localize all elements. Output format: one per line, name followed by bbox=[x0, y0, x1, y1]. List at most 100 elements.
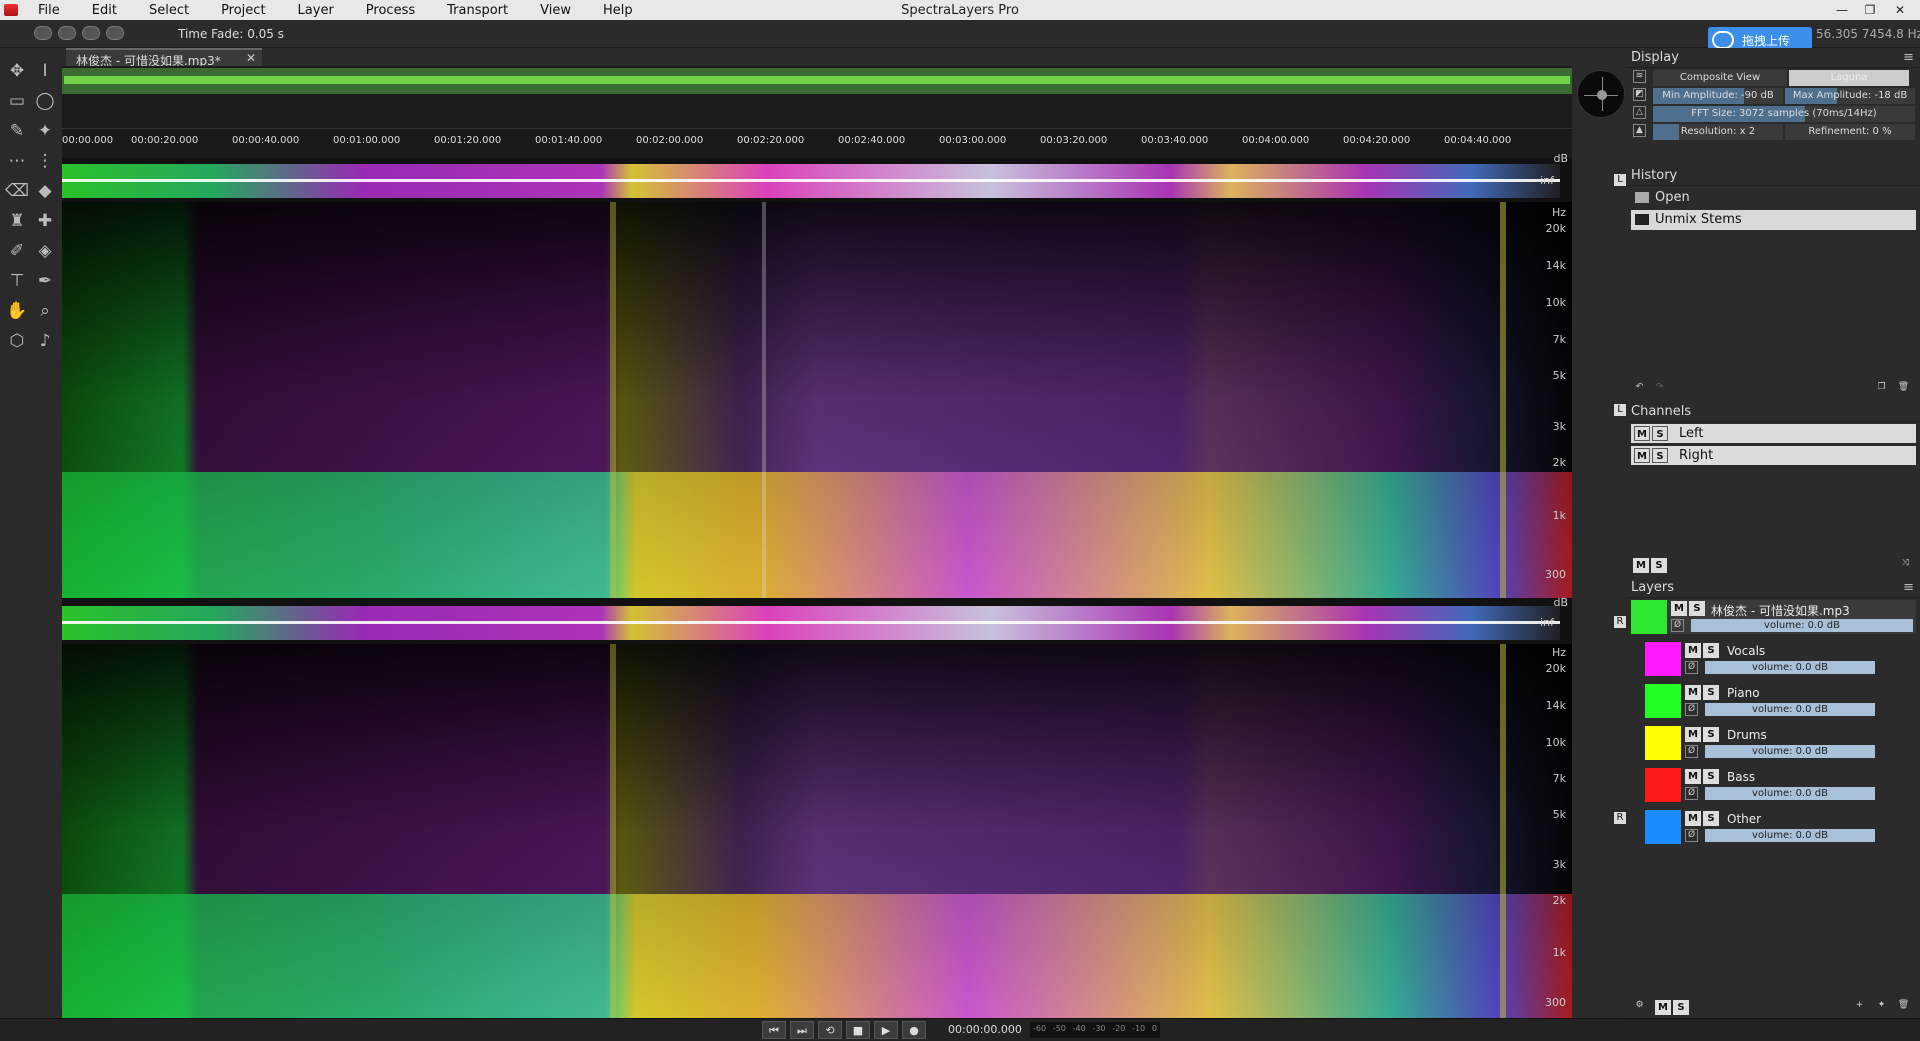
resolution-icon[interactable]: ▲ bbox=[1633, 124, 1646, 137]
layer-settings-icon[interactable]: ⚙ bbox=[1633, 1000, 1646, 1013]
layer-volume-slider[interactable]: volume: 0.0 dB bbox=[1705, 787, 1875, 800]
time-fade-field[interactable]: Time Fade: 0.05 s bbox=[178, 27, 284, 41]
layers-mute-all-button[interactable]: M bbox=[1655, 1000, 1671, 1015]
channel-row-left[interactable]: M S Left bbox=[1631, 424, 1916, 443]
document-tab[interactable]: 林俊杰 - 可惜没如果.mp3* ✕ bbox=[66, 48, 262, 68]
resolution-slider[interactable]: Resolution: x 2 bbox=[1653, 124, 1783, 140]
phase-icon[interactable]: Ø bbox=[1685, 703, 1698, 716]
menu-help[interactable]: Help bbox=[587, 3, 649, 18]
menu-view[interactable]: View bbox=[524, 3, 587, 18]
close-tab-icon[interactable]: ✕ bbox=[246, 51, 256, 65]
mute-button[interactable]: M bbox=[1634, 426, 1650, 441]
history-item-open[interactable]: Open bbox=[1631, 188, 1916, 208]
menu-layer[interactable]: Layer bbox=[282, 3, 350, 18]
eyedropper-tool-icon[interactable]: ✒ bbox=[32, 268, 58, 294]
layers-solo-all-button[interactable]: S bbox=[1673, 1000, 1689, 1015]
layer-volume-slider[interactable]: volume: 0.0 dB bbox=[1705, 745, 1875, 758]
redo-icon[interactable]: ↷ bbox=[1653, 382, 1666, 395]
phase-icon[interactable]: Ø bbox=[1685, 829, 1698, 842]
lasso-tool-icon[interactable]: ◯ bbox=[32, 88, 58, 114]
harmonic-tool-icon[interactable]: ⋯ bbox=[4, 148, 30, 174]
layer-row-piano[interactable]: M S Piano Ø volume: 0.0 dB bbox=[1645, 684, 1915, 718]
right-channel-waveform[interactable] bbox=[62, 600, 1572, 644]
option-toggle-3[interactable] bbox=[82, 26, 100, 40]
3d-view-tool-icon[interactable]: ⬡ bbox=[4, 328, 30, 354]
layer-row-parent[interactable]: M S 林俊杰 - 可惜没如果.mp3 Ø volume: 0.0 dB bbox=[1631, 600, 1916, 634]
hand-tool-icon[interactable]: ✋ bbox=[4, 298, 30, 324]
menu-select[interactable]: Select bbox=[133, 3, 205, 18]
composite-view-select[interactable]: Composite View bbox=[1653, 70, 1787, 86]
copy-icon[interactable]: ❐ bbox=[1875, 382, 1888, 395]
shuffle-icon[interactable]: ⤨ bbox=[1899, 558, 1912, 571]
mute-button[interactable]: M bbox=[1685, 811, 1701, 826]
solo-button[interactable]: S bbox=[1703, 727, 1719, 742]
spectral-editor[interactable]: 林俊杰 - 可惜没如果.mp3* ✕ 00:00.000 00:00:20.00… bbox=[62, 48, 1626, 1018]
phase-icon[interactable]: Ø bbox=[1671, 619, 1684, 632]
mute-button[interactable]: M bbox=[1671, 601, 1687, 616]
minimize-button[interactable]: — bbox=[1828, 0, 1856, 20]
channel-row-right[interactable]: M S Right bbox=[1631, 446, 1916, 465]
delete-layer-icon[interactable]: 🗑 bbox=[1897, 1000, 1910, 1013]
min-amplitude-slider[interactable]: Min Amplitude: -90 dB bbox=[1653, 88, 1783, 104]
max-amplitude-slider[interactable]: Max Amplitude: -18 dB bbox=[1785, 88, 1915, 104]
pen-tool-icon[interactable]: ✐ bbox=[4, 238, 30, 264]
solo-button[interactable]: S bbox=[1652, 448, 1668, 463]
mute-button[interactable]: M bbox=[1685, 643, 1701, 658]
amplitude-icon[interactable]: ◩ bbox=[1633, 88, 1646, 101]
menu-file[interactable]: File bbox=[22, 3, 76, 18]
solo-button[interactable]: S bbox=[1703, 685, 1719, 700]
trash-icon[interactable]: 🗑 bbox=[1897, 382, 1910, 395]
layer-row-other[interactable]: M S Other Ø volume: 0.0 dB bbox=[1645, 810, 1915, 844]
left-channel-waveform[interactable] bbox=[62, 158, 1572, 202]
panel-menu-icon[interactable]: ≡ bbox=[1903, 580, 1914, 595]
speaker-tool-icon[interactable]: ♪ bbox=[32, 328, 58, 354]
channels-mute-all-button[interactable]: M bbox=[1633, 558, 1649, 573]
phase-icon[interactable]: Ø bbox=[1685, 745, 1698, 758]
menu-process[interactable]: Process bbox=[350, 3, 431, 18]
fft-size-slider[interactable]: FFT Size: 3072 samples (70ms/14Hz) bbox=[1653, 106, 1915, 122]
menu-transport[interactable]: Transport bbox=[431, 3, 524, 18]
record-button[interactable]: ● bbox=[902, 1021, 926, 1039]
phase-icon[interactable]: Ø bbox=[1685, 787, 1698, 800]
layer-volume-slider[interactable]: volume: 0.0 dB bbox=[1691, 619, 1913, 632]
layer-row-vocals[interactable]: M S Vocals Ø volume: 0.0 dB bbox=[1645, 642, 1915, 676]
undo-icon[interactable]: ↶ bbox=[1633, 382, 1646, 395]
solo-button[interactable]: S bbox=[1703, 811, 1719, 826]
fill-tool-icon[interactable]: ◈ bbox=[32, 238, 58, 264]
layer-volume-slider[interactable]: volume: 0.0 dB bbox=[1705, 661, 1875, 674]
time-ruler[interactable]: 00:00.000 00:00:20.000 00:00:40.000 00:0… bbox=[62, 128, 1572, 158]
option-toggle-4[interactable] bbox=[106, 26, 124, 40]
clone-stamp-tool-icon[interactable]: ♜ bbox=[4, 208, 30, 234]
magic-wand-tool-icon[interactable]: ✦ bbox=[32, 118, 58, 144]
heal-tool-icon[interactable]: ✚ bbox=[32, 208, 58, 234]
brush-select-tool-icon[interactable]: ✎ bbox=[4, 118, 30, 144]
time-select-tool-icon[interactable]: I bbox=[32, 58, 58, 84]
layers-view-icon[interactable]: ≋ bbox=[1633, 70, 1646, 83]
frequency-select-tool-icon[interactable]: ⋮ bbox=[32, 148, 58, 174]
close-window-button[interactable]: ✕ bbox=[1886, 0, 1914, 20]
option-toggle-1[interactable] bbox=[34, 26, 52, 40]
refinement-slider[interactable]: Refinement: 0 % bbox=[1785, 124, 1915, 140]
right-channel-spectrogram[interactable]: Hz 20k 14k 10k 7k 5k 3k 2k 1k 300 bbox=[62, 644, 1572, 1018]
rect-select-tool-icon[interactable]: ▭ bbox=[4, 88, 30, 114]
go-to-start-button[interactable]: ⏮ bbox=[762, 1021, 786, 1039]
history-item-unmix-stems[interactable]: Unmix Stems bbox=[1631, 210, 1916, 230]
channels-solo-all-button[interactable]: S bbox=[1651, 558, 1667, 573]
solo-button[interactable]: S bbox=[1703, 643, 1719, 658]
mute-button[interactable]: M bbox=[1634, 448, 1650, 463]
zoom-tool-icon[interactable]: ⌕ bbox=[32, 298, 58, 324]
fft-icon[interactable]: △ bbox=[1633, 106, 1646, 119]
phase-icon[interactable]: Ø bbox=[1685, 661, 1698, 674]
layer-row-bass[interactable]: M S Bass Ø volume: 0.0 dB bbox=[1645, 768, 1915, 802]
erase-tool-icon[interactable]: ◆ bbox=[32, 178, 58, 204]
menu-edit[interactable]: Edit bbox=[76, 3, 133, 18]
restore-button[interactable]: ❐ bbox=[1856, 0, 1884, 20]
left-channel-spectrogram[interactable]: Hz 20k 14k 10k 7k 5k 3k 2k 1k 300 bbox=[62, 202, 1572, 598]
add-layer-icon[interactable]: + bbox=[1853, 1000, 1866, 1013]
solo-button[interactable]: S bbox=[1703, 769, 1719, 784]
loop-button[interactable]: ⟲ bbox=[818, 1021, 842, 1039]
layer-volume-slider[interactable]: volume: 0.0 dB bbox=[1705, 829, 1875, 842]
menu-project[interactable]: Project bbox=[205, 3, 281, 18]
layer-volume-slider[interactable]: volume: 0.0 dB bbox=[1705, 703, 1875, 716]
go-to-end-button[interactable]: ⏭ bbox=[790, 1021, 814, 1039]
